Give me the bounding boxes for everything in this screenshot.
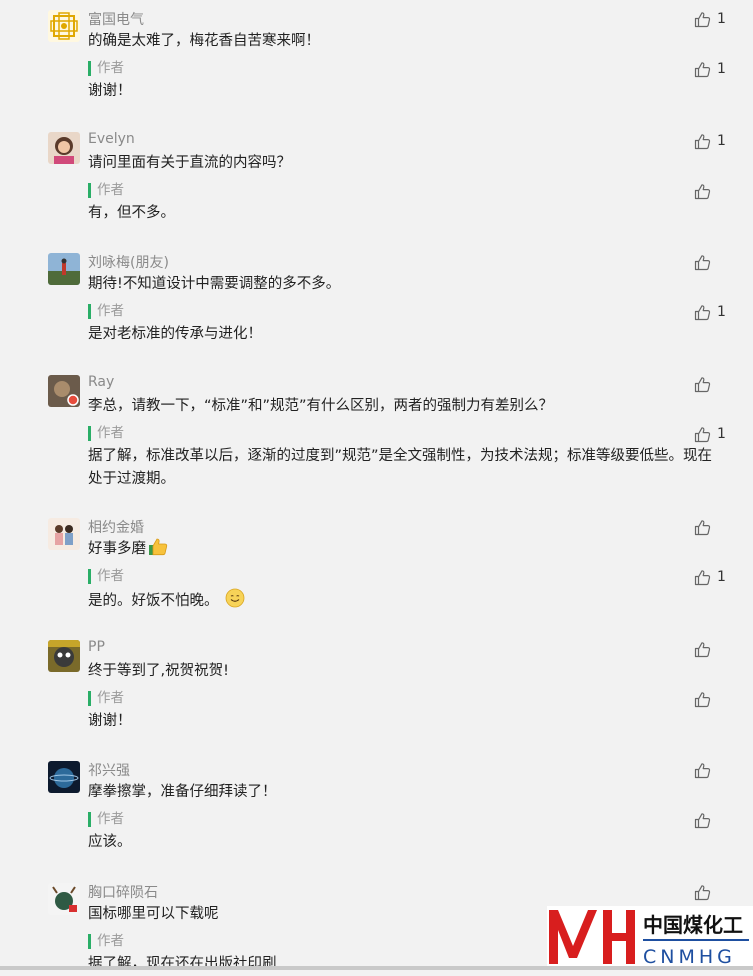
like-count: 1 bbox=[717, 11, 726, 27]
thumbs-up-icon bbox=[694, 569, 711, 585]
comment-nickname: 相约金婚 bbox=[88, 520, 144, 536]
author-reply-label: 作者 bbox=[88, 426, 124, 441]
reply-text: 谢谢！ bbox=[88, 713, 132, 729]
reply-text-content: 是的。好饭不怕晚。 bbox=[88, 593, 219, 609]
comment-nickname: 刘咏梅(朋友) bbox=[88, 255, 169, 271]
reply-like-button[interactable]: 1 bbox=[694, 425, 726, 443]
comment-text: 期待!不知道设计中需要调整的多不多。 bbox=[88, 276, 341, 292]
avatar[interactable] bbox=[48, 10, 80, 42]
author-reply-label: 作者 bbox=[88, 812, 124, 827]
thumbs-up-icon bbox=[694, 183, 711, 199]
reply-text: 是对老标准的传承与进化！ bbox=[88, 326, 262, 342]
thumbs-up-icon bbox=[694, 884, 711, 900]
author-reply-label: 作者 bbox=[88, 183, 124, 198]
thumbs-up-icon bbox=[694, 304, 711, 320]
comment-text: 请问里面有关于直流的内容吗？ bbox=[88, 155, 291, 171]
comment-text: 摩拳擦掌，准备仔细拜读了！ bbox=[88, 784, 277, 800]
reply-like-button[interactable]: 1 bbox=[694, 60, 726, 78]
avatar[interactable] bbox=[48, 761, 80, 793]
like-button[interactable]: 1 bbox=[694, 10, 726, 28]
comment-nickname: PP bbox=[88, 639, 105, 655]
horizontal-scrollbar[interactable] bbox=[0, 966, 753, 970]
reply-like-button[interactable]: 1 bbox=[694, 568, 726, 586]
avatar[interactable] bbox=[48, 132, 80, 164]
author-reply-label: 作者 bbox=[88, 934, 124, 949]
like-count: 1 bbox=[717, 569, 726, 585]
thumbs-up-icon bbox=[694, 812, 711, 828]
thumbs-up-icon bbox=[694, 691, 711, 707]
thumbs-up-icon bbox=[694, 254, 711, 270]
reply-text: 有，但不多。 bbox=[88, 205, 175, 221]
like-button[interactable] bbox=[694, 253, 717, 271]
thumbs-up-icon bbox=[694, 426, 711, 442]
avatar[interactable] bbox=[48, 375, 80, 407]
avatar[interactable] bbox=[48, 518, 80, 550]
thumbs-up-emoji-icon bbox=[149, 538, 168, 556]
reply-text: 是的。好饭不怕晚。 bbox=[88, 588, 720, 613]
like-count: 1 bbox=[717, 133, 726, 149]
like-count: 1 bbox=[717, 61, 726, 77]
comment-nickname: Ray bbox=[88, 374, 115, 390]
author-reply-label: 作者 bbox=[88, 569, 124, 584]
comment-text: 的确是太难了，梅花香自苦寒来啊！ bbox=[88, 33, 320, 49]
thumbs-up-icon bbox=[694, 762, 711, 778]
thumbs-up-icon bbox=[694, 61, 711, 77]
reply-text: 据了解，标准改革以后，逐渐的过度到”规范”是全文强制性，为技术法规；标准等级要低… bbox=[88, 448, 713, 487]
like-button[interactable] bbox=[694, 640, 717, 658]
comment-nickname: 富国电气 bbox=[88, 12, 144, 28]
avatar[interactable] bbox=[48, 640, 80, 672]
reply-like-button[interactable] bbox=[694, 690, 717, 708]
thumbs-up-icon bbox=[694, 641, 711, 657]
avatar[interactable] bbox=[48, 253, 80, 285]
thumbs-up-icon bbox=[694, 11, 711, 27]
reply-like-button[interactable]: 1 bbox=[694, 303, 726, 321]
like-button[interactable]: 1 bbox=[694, 132, 726, 150]
author-reply-label: 作者 bbox=[88, 61, 124, 76]
comment-nickname: 胸口碎陨石 bbox=[88, 885, 158, 901]
watermark-logo: 中国煤化工 CNMHG bbox=[547, 906, 753, 968]
reply-text: 应该。 bbox=[88, 834, 132, 850]
author-reply-label: 作者 bbox=[88, 691, 124, 706]
reply-text: 谢谢！ bbox=[88, 83, 132, 99]
thumbs-up-icon bbox=[694, 519, 711, 535]
comment-list: 富国电气 1 的确是太难了，梅花香自苦寒来啊！ 作者 1 谢谢！ Evelyn … bbox=[0, 0, 753, 972]
comment-text: 李总，请教一下，“标准”和”规范”有什么区别，两者的强制力有差别么？ bbox=[88, 398, 554, 414]
author-reply-label: 作者 bbox=[88, 304, 124, 319]
like-count: 1 bbox=[717, 426, 726, 442]
watermark-en: CNMHG bbox=[643, 946, 736, 968]
reply-like-button[interactable] bbox=[694, 811, 717, 829]
like-count: 1 bbox=[717, 304, 726, 320]
smile-emoji-icon bbox=[225, 588, 244, 608]
like-button[interactable] bbox=[694, 883, 717, 901]
reply-like-button[interactable] bbox=[694, 182, 717, 200]
like-button[interactable] bbox=[694, 761, 717, 779]
comment-text-content: 好事多磨 bbox=[88, 541, 146, 557]
watermark-cn: 中国煤化工 bbox=[643, 913, 743, 937]
comment-text: 终于等到了,祝贺祝贺! bbox=[88, 663, 229, 679]
like-button[interactable] bbox=[694, 375, 717, 393]
avatar[interactable] bbox=[48, 883, 80, 915]
thumbs-up-icon bbox=[694, 133, 711, 149]
comment-text: 好事多磨 bbox=[88, 538, 720, 561]
comment-nickname: 祁兴强 bbox=[88, 763, 130, 779]
like-button[interactable] bbox=[694, 518, 717, 536]
thumbs-up-icon bbox=[694, 376, 711, 392]
comment-nickname: Evelyn bbox=[88, 131, 135, 147]
